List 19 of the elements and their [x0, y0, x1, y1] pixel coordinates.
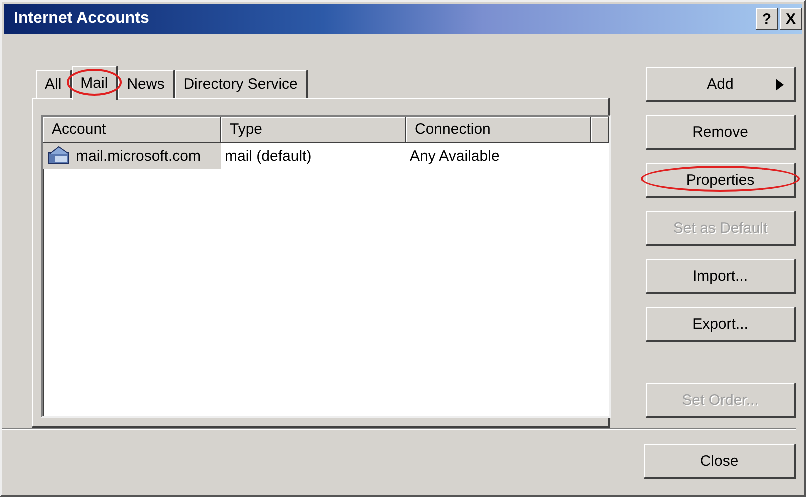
- tab[interactable]: News: [118, 70, 175, 98]
- table-cell: mail (default): [225, 148, 312, 164]
- dialog-button[interactable]: Export...: [646, 307, 796, 342]
- dialog-button[interactable]: Remove: [646, 115, 796, 150]
- window-close-button[interactable]: X: [780, 8, 802, 30]
- column-header[interactable]: Account: [43, 117, 221, 143]
- table-cell: Any Available: [410, 148, 500, 164]
- help-button[interactable]: ?: [756, 8, 778, 30]
- list-row[interactable]: mail.microsoft.com mail (default) Any Available: [43, 143, 609, 169]
- tab[interactable]: All: [36, 70, 72, 98]
- tab[interactable]: Directory Service: [174, 70, 308, 98]
- column-header[interactable]: Connection: [406, 117, 591, 143]
- table-cell: mail.microsoft.com: [76, 148, 202, 164]
- close-dialog-button[interactable]: Close: [644, 444, 796, 479]
- column-header[interactable]: Type: [221, 117, 406, 143]
- add-menu-button[interactable]: Add: [646, 67, 796, 102]
- triangle-icon: [776, 79, 784, 91]
- window-title: Internet Accounts: [14, 10, 150, 28]
- dialog-button[interactable]: Import...: [646, 259, 796, 294]
